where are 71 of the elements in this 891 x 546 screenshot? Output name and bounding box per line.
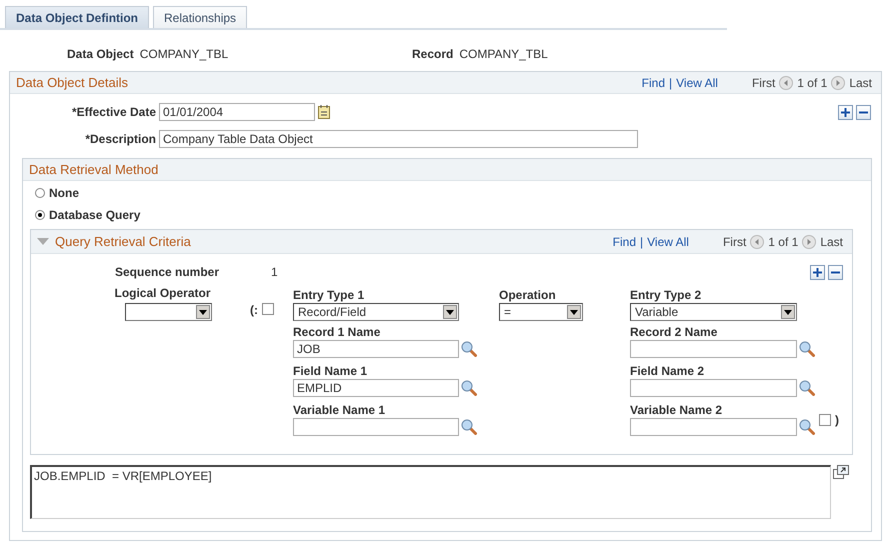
search-icon[interactable] (461, 341, 477, 357)
plus-icon (813, 268, 822, 276)
first-label: First (752, 76, 776, 90)
field-label: Field Name 2 (630, 364, 706, 379)
section-title: Query Retrieval Criteria (55, 234, 191, 248)
delete-row-button[interactable] (828, 264, 843, 280)
paren-label: (: (250, 303, 258, 317)
input-field[interactable] (630, 340, 797, 358)
find-link[interactable]: Find (612, 234, 636, 248)
input-field[interactable]: Company Table Data Object (159, 130, 638, 148)
dropdown-field[interactable]: Record/Field (293, 303, 459, 321)
calendar-icon[interactable] (318, 105, 330, 119)
open-paren-checkbox[interactable] (262, 303, 274, 315)
field-label: Record (412, 47, 454, 61)
radio-button[interactable] (35, 188, 45, 198)
field-label: Data Object (67, 47, 134, 61)
search-icon[interactable] (799, 341, 815, 357)
dropdown-field[interactable]: Variable (630, 303, 797, 321)
radio-label: None (49, 186, 79, 200)
link-separator: | (640, 234, 644, 248)
field-label: *Effective Date (70, 105, 156, 119)
field-label: Operation (499, 288, 557, 303)
collapse-triangle-icon[interactable] (37, 238, 49, 246)
radio-button[interactable] (35, 210, 45, 220)
section-title: Data Retrieval Method (29, 162, 160, 176)
expression-text-area[interactable]: JOB.EMPLID = VR[EMPLOYEE] (30, 465, 831, 519)
field-label: Variable Name 1 (293, 403, 386, 418)
view-all-link[interactable]: View All (647, 234, 689, 248)
field-value: 1 (271, 265, 278, 279)
field-label: Sequence number (115, 265, 220, 279)
tab[interactable]: Data Object Defintion (5, 6, 150, 28)
field-value: COMPANY_TBL (140, 47, 228, 61)
input-field[interactable] (293, 418, 459, 436)
radio-label: Database Query (49, 208, 140, 222)
field-label: *Description (84, 132, 156, 146)
section-title: Data Object Details (16, 76, 129, 90)
field-label: Entry Type 2 (630, 288, 702, 303)
last-label: Last (820, 234, 843, 248)
search-icon[interactable] (461, 380, 477, 396)
add-row-button[interactable] (810, 264, 825, 280)
field-value: COMPANY_TBL (459, 47, 548, 61)
add-row-button[interactable] (838, 104, 853, 120)
row-count: 1 of 1 (768, 234, 798, 248)
paren-label: ) (835, 413, 839, 427)
close-paren-checkbox[interactable] (819, 414, 831, 426)
field-label: Field Name 1 (293, 364, 368, 379)
expand-window-icon[interactable] (833, 465, 849, 479)
last-label: Last (849, 76, 872, 90)
plus-icon (841, 108, 850, 116)
row-count: 1 of 1 (797, 76, 828, 90)
input-field[interactable]: EMPLID (293, 379, 459, 397)
field-label: Record 2 Name (630, 325, 718, 340)
input-field[interactable] (630, 418, 797, 436)
search-icon[interactable] (461, 419, 477, 435)
view-all-link[interactable]: View All (676, 76, 718, 90)
input-field[interactable] (630, 379, 797, 397)
date-field[interactable]: 01/01/2004 (159, 103, 315, 121)
dropdown-field[interactable]: = (499, 303, 583, 321)
field-label: Record 1 Name (293, 325, 382, 340)
search-icon[interactable] (799, 380, 815, 396)
find-link[interactable]: Find (642, 76, 666, 90)
tab[interactable]: Relationships (153, 6, 248, 28)
link-separator: | (669, 76, 672, 90)
field-label: Variable Name 2 (630, 403, 724, 418)
search-icon[interactable] (799, 419, 815, 435)
dropdown-field[interactable] (125, 303, 212, 321)
first-label: First (722, 234, 746, 248)
input-field[interactable]: JOB (293, 340, 459, 358)
delete-row-button[interactable] (856, 104, 871, 120)
field-label: Logical Operator (114, 286, 211, 301)
field-label: Entry Type 1 (293, 288, 366, 303)
